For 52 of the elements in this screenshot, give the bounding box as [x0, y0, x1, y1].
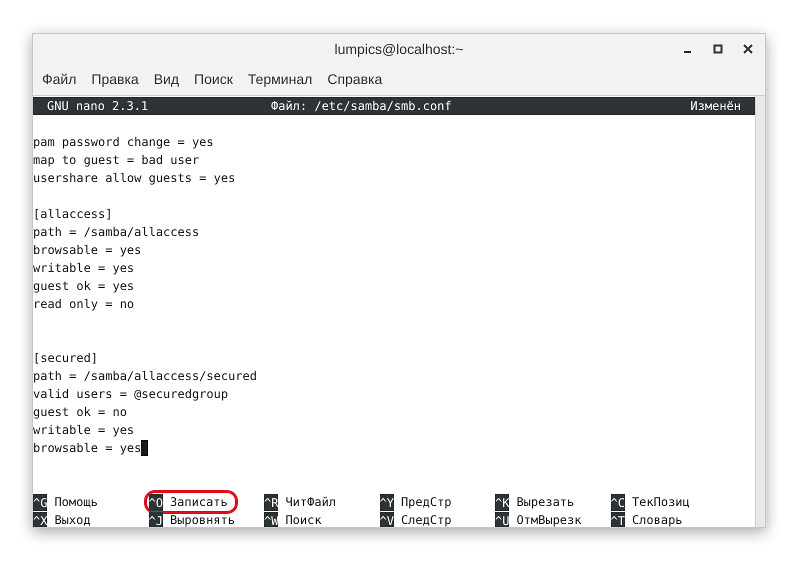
shortcut-key: ^J — [148, 512, 163, 527]
close-icon[interactable] — [743, 44, 753, 54]
maximize-icon[interactable] — [713, 44, 723, 54]
shortcut-label: Записать — [170, 494, 228, 511]
shortcut-label: ОтмВырезк — [516, 512, 582, 527]
code-line: pam password change = yes — [33, 134, 214, 151]
shortcut-label: СледСтр — [400, 512, 452, 527]
shortcut-key: ^G — [33, 494, 48, 510]
code-line: guest ok = no — [33, 404, 127, 421]
shortcut-label: Словарь — [632, 512, 683, 527]
shortcut-label: ПредСтр — [400, 494, 452, 511]
header-status: Изменён — [690, 98, 742, 115]
code-line: path = /samba/allaccess — [33, 224, 200, 241]
shortcut-label: Выход — [54, 512, 91, 527]
code-line: valid users = @securedgroup — [33, 386, 228, 403]
shortcut-key: ^O — [148, 494, 163, 510]
shortcut-label: ЧитФайл — [285, 494, 336, 511]
shortcut-key: ^W — [264, 512, 278, 527]
shortcut-key: ^V — [380, 512, 394, 527]
window-title: lumpics@localhost:~ — [334, 40, 464, 59]
header-file: Файл: /etc/samba/smb.conf — [271, 98, 453, 115]
code-line: writable = yes — [33, 260, 134, 277]
code-line: read only = no — [33, 296, 134, 313]
shortcut-label: Помощь — [54, 494, 98, 511]
code-line: [secured] — [33, 350, 98, 367]
shortcut-key: ^C — [610, 494, 625, 510]
code-line: writable = yes — [33, 422, 134, 439]
shortcut-key: ^X — [33, 512, 48, 527]
header-version: GNU nano 2.3.1 — [46, 98, 150, 115]
shortcut-key: ^Y — [380, 494, 394, 510]
menu-item[interactable]: Вид — [146, 69, 186, 90]
shortcut-label: Вырезать — [516, 494, 574, 511]
scrollbar[interactable] — [755, 96, 765, 527]
shortcut-key: ^R — [264, 494, 278, 510]
code-line: browsable = yes — [33, 242, 142, 259]
menu-item[interactable]: Терминал — [240, 69, 320, 90]
menu-item[interactable]: Правка — [84, 69, 146, 90]
code-line: [allaccess] — [33, 206, 112, 223]
code-line: path = /samba/allaccess/secured — [33, 368, 257, 385]
code-line: map to guest = bad user — [33, 152, 200, 169]
shortcut-label: ТекПозиц — [632, 494, 690, 511]
shortcut-key: ^K — [495, 494, 510, 510]
shortcut-key: ^T — [610, 512, 625, 527]
menu-item[interactable]: Файл — [35, 69, 84, 90]
menu-item[interactable]: Справка — [320, 69, 390, 90]
code-line: usershare allow guests = yes — [33, 170, 236, 187]
code-line: browsable = yes — [33, 440, 142, 457]
shortcut-label: Поиск — [285, 512, 322, 527]
shortcut-label: Выровнять — [170, 512, 235, 527]
menu-item[interactable]: Поиск — [187, 69, 240, 90]
code-line: guest ok = yes — [33, 278, 134, 295]
shortcut-key: ^U — [495, 512, 510, 527]
